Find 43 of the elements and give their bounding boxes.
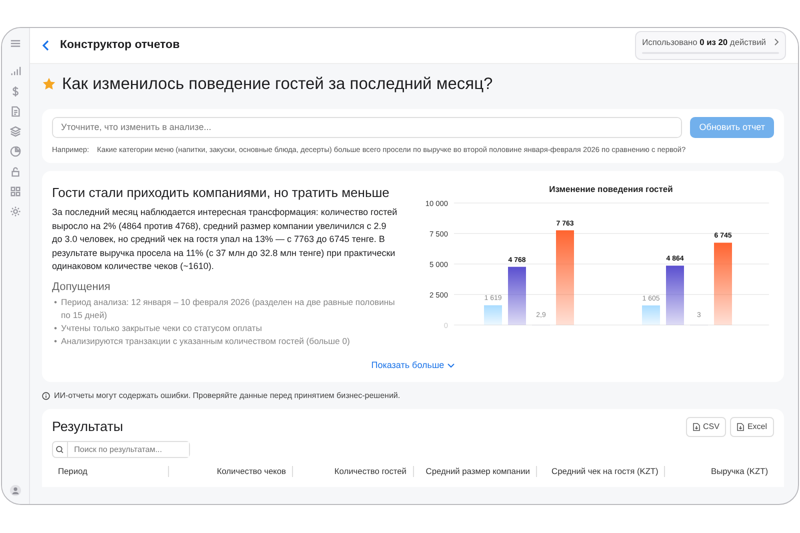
file-download-icon	[692, 423, 700, 432]
column-header[interactable]: Выручка (KZT)	[665, 466, 774, 478]
column-header[interactable]: Количество гостей	[293, 466, 414, 478]
usage-counter[interactable]: Использовано 0 из 20 действий	[635, 31, 786, 60]
back-icon[interactable]	[42, 40, 50, 51]
report-title: Как изменилось поведение гостей за последний месяц?	[62, 74, 493, 95]
assumption-item: Учтены только закрытые чеки со статусом оплаты	[61, 322, 262, 336]
chevron-right-icon	[774, 38, 779, 46]
show-more-link[interactable]: Показать больше	[371, 358, 455, 372]
assumption-item: Анализируются транзакции с указанным количеством гостей (больше 0)	[61, 335, 350, 348]
column-header[interactable]: Количество чеков	[168, 466, 293, 478]
results-title: Результаты	[52, 418, 124, 436]
column-header[interactable]: Средний размер компании	[414, 466, 537, 478]
layers-icon[interactable]	[10, 126, 21, 137]
results-search-field[interactable]: Поиск по результатам...	[52, 441, 190, 458]
bar-chart-icon[interactable]	[10, 66, 21, 77]
column-header[interactable]: Период	[52, 466, 169, 478]
dollar-icon[interactable]	[10, 86, 21, 97]
refine-field[interactable]: Уточните, что изменить в анализе...	[52, 116, 682, 138]
star-icon[interactable]	[42, 77, 56, 92]
chart-title: Изменение поведения гостей	[549, 184, 673, 194]
lock-icon[interactable]	[10, 166, 21, 177]
bullet-marker: •	[54, 322, 58, 336]
gear-icon[interactable]	[10, 206, 21, 217]
page-title: Конструктор отчетов	[60, 38, 180, 52]
grid-icon[interactable]	[10, 186, 21, 197]
export-button[interactable]: Excel	[730, 417, 774, 438]
user-avatar-icon[interactable]	[10, 485, 21, 496]
bullet-marker: •	[54, 296, 58, 310]
bullet-marker: •	[54, 335, 58, 348]
chevron-down-icon	[446, 363, 455, 368]
menu-icon[interactable]	[10, 38, 21, 49]
document-icon[interactable]	[10, 106, 21, 117]
insight-summary: За последний месяц наблюдается интересная трансформация: количество гостей выросло на 2% (4864 против 4768), средний размер компании увеличился с 2.9 до 3.0 человек, но средний чек на гостя упал на 13% — с 7763 до 6745 тенге. В результате выручка просела на 11% (с 37 млн до 32.8 млн тенге) при практически одинаковом количестве чеков (~1610).	[52, 206, 398, 274]
disclaimer-text: ИИ-отчеты могут содержать ошибки. Проверяйте данные перед принятием бизнес-решений.	[54, 390, 400, 402]
assumption-item: Период анализа: 12 января – 10 февраля 2026 (разделен на две равные половины по 15 дней)	[61, 296, 396, 322]
file-download-icon	[737, 423, 744, 432]
column-header[interactable]: Средний чек на гостя (KZT)	[536, 466, 666, 478]
info-icon	[42, 392, 50, 400]
chart-pie-icon[interactable]	[10, 146, 21, 157]
insight-headline: Гости стали приходить компаниями, но тратить меньше	[52, 184, 390, 202]
export-button[interactable]: CSV	[686, 417, 726, 438]
assumptions-heading: Допущения	[52, 280, 112, 295]
